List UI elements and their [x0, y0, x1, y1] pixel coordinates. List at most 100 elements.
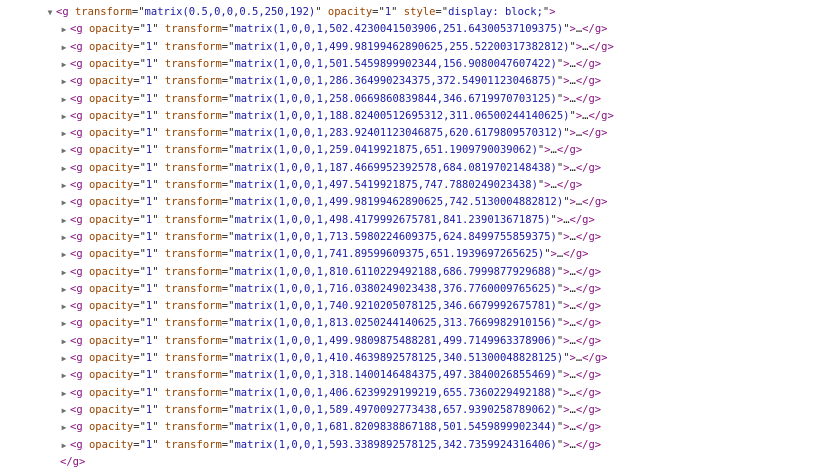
collapse-triangle-icon[interactable]: ▶ — [59, 367, 69, 384]
attr-transform-name: transform — [164, 230, 222, 243]
attr-0-eq: =" — [131, 6, 145, 18]
tag-open: <g — [70, 438, 83, 451]
attr-transform-name: transform — [164, 317, 222, 330]
attr-opacity-quote: " — [152, 40, 159, 53]
collapse-triangle-icon[interactable]: ▶ — [59, 385, 69, 402]
collapse-triangle-icon[interactable]: ▶ — [59, 73, 69, 90]
node-markup: <g opacity="1" transform="matrix(1,0,0,1… — [70, 160, 601, 177]
attr-opacity-name: opacity — [88, 127, 134, 140]
attr-opacity-quote: " — [152, 265, 159, 278]
collapse-triangle-icon[interactable]: ▶ — [59, 108, 69, 125]
attr-transform-name: transform — [164, 438, 222, 451]
attr-transform-name: transform — [164, 248, 222, 261]
tag-open: <g — [70, 386, 83, 399]
attr-transform-value: matrix(1,0,0,1,318.1400146484375,497.384… — [234, 369, 557, 382]
attr-transform-name: transform — [164, 196, 222, 209]
attr-opacity-eq: =" — [133, 403, 146, 416]
node-markup: <g opacity="1" transform="matrix(1,0,0,1… — [70, 142, 582, 159]
attr-opacity-name: opacity — [88, 282, 134, 295]
attr-opacity-eq: =" — [133, 57, 146, 70]
attr-transform-eq: =" — [221, 282, 235, 295]
collapse-triangle-icon[interactable]: ▶ — [59, 315, 69, 332]
attr-2-name: style — [403, 6, 436, 18]
tag-end: </g> — [556, 144, 583, 157]
tag-open: <g — [70, 421, 83, 434]
tag-open: <g — [70, 127, 83, 140]
tag-end: </g> — [575, 57, 602, 70]
attr-opacity-quote: " — [152, 386, 159, 399]
collapse-triangle-icon[interactable]: ▶ — [59, 125, 69, 142]
attr-opacity-name: opacity — [88, 421, 134, 434]
collapse-triangle-icon[interactable]: ▶ — [59, 39, 69, 56]
attr-opacity-eq: =" — [133, 230, 146, 243]
node-markup: <g opacity="1" transform="matrix(1,0,0,1… — [70, 229, 601, 246]
attr-opacity-name: opacity — [88, 300, 134, 313]
collapse-triangle-icon[interactable]: ▶ — [59, 21, 69, 38]
attr-transform-value: matrix(1,0,0,1,681.8209838867188,501.545… — [234, 421, 557, 434]
attr-transform-eq: =" — [221, 75, 235, 88]
collapse-triangle-icon[interactable]: ▶ — [59, 246, 69, 263]
collapse-triangle-icon[interactable]: ▶ — [59, 333, 69, 350]
attr-opacity-eq: =" — [133, 23, 146, 36]
attr-transform-value: matrix(1,0,0,1,810.6110229492188,686.799… — [234, 265, 557, 278]
node-markup: <g opacity="1" transform="matrix(1,0,0,1… — [70, 125, 607, 142]
tag-open: <g — [70, 230, 83, 243]
tag-open: <g — [70, 213, 83, 226]
tag-open: <g — [70, 352, 83, 364]
tag-end: </g> — [575, 369, 602, 382]
node-markup: <g opacity="1" transform="matrix(1,0,0,1… — [70, 212, 595, 229]
attr-1-eq: =" — [372, 6, 385, 18]
tag-end: </g> — [575, 438, 602, 451]
collapse-triangle-icon[interactable]: ▶ — [59, 56, 69, 73]
collapse-triangle-icon[interactable]: ▶ — [59, 264, 69, 281]
collapse-triangle-icon[interactable]: ▶ — [59, 350, 69, 367]
collapse-triangle-icon[interactable]: ▶ — [59, 281, 69, 298]
tag-open: <g — [70, 300, 83, 313]
tag-open: <g — [70, 248, 83, 261]
tag-open: <g — [70, 57, 83, 70]
tag-open: <g — [70, 196, 83, 209]
attr-transform-eq: =" — [221, 352, 235, 364]
collapse-triangle-icon[interactable]: ▶ — [59, 437, 69, 454]
collapse-triangle-icon[interactable]: ▶ — [59, 419, 69, 436]
tag-open: <g — [70, 403, 83, 416]
tag-end: </g> — [582, 127, 608, 140]
attr-transform-value: matrix(1,0,0,1,497.5419921875,747.788024… — [234, 179, 538, 191]
attr-transform-value: matrix(1,0,0,1,589.4970092773438,657.939… — [234, 403, 557, 416]
collapse-triangle-icon[interactable]: ▶ — [59, 194, 69, 211]
attr-opacity-eq: =" — [133, 161, 146, 174]
tag-open: <g — [70, 144, 83, 157]
attr-transform-name: transform — [164, 213, 222, 226]
collapse-triangle-icon[interactable]: ▶ — [59, 298, 69, 315]
collapse-triangle-icon[interactable]: ▶ — [59, 402, 69, 419]
collapse-triangle-icon[interactable]: ▶ — [59, 160, 69, 177]
collapse-triangle-icon[interactable]: ▶ — [59, 91, 69, 108]
tag-end: </g> — [588, 40, 614, 53]
attr-transform-value: matrix(1,0,0,1,498.4179992675781,841.239… — [234, 213, 551, 226]
expand-triangle-icon[interactable]: ▼ — [45, 4, 55, 21]
attr-opacity-quote: " — [152, 213, 159, 226]
tag-end: </g> — [582, 352, 608, 364]
attr-transform-name: transform — [164, 161, 222, 174]
attr-transform-value: matrix(1,0,0,1,188.82400512695312,311.06… — [234, 109, 570, 122]
attr-opacity-name: opacity — [88, 265, 134, 278]
collapse-triangle-icon[interactable]: ▶ — [59, 212, 69, 229]
attr-opacity-name: opacity — [88, 334, 134, 347]
attr-transform-value: matrix(1,0,0,1,499.98199462890625,742.51… — [234, 196, 564, 209]
collapse-triangle-icon[interactable]: ▶ — [59, 142, 69, 159]
node-markup: </g> — [60, 454, 85, 471]
tag-end: </g> — [575, 421, 602, 434]
tag-open: <g — [70, 282, 83, 295]
attr-opacity-quote: " — [152, 230, 159, 243]
attr-transform-eq: =" — [221, 196, 235, 209]
attr-transform-eq: =" — [221, 144, 235, 157]
node-markup: <g opacity="1" transform="matrix(1,0,0,1… — [70, 350, 607, 367]
attr-opacity-name: opacity — [88, 213, 134, 226]
attr-opacity-quote: " — [152, 92, 159, 105]
attr-opacity-quote: " — [152, 369, 159, 382]
node-markup: <g opacity="1" transform="matrix(1,0,0,1… — [70, 56, 601, 73]
collapse-triangle-icon[interactable]: ▶ — [59, 229, 69, 246]
attr-0-quote: " — [315, 6, 322, 18]
attr-opacity-eq: =" — [133, 334, 146, 347]
collapse-triangle-icon[interactable]: ▶ — [59, 177, 69, 194]
